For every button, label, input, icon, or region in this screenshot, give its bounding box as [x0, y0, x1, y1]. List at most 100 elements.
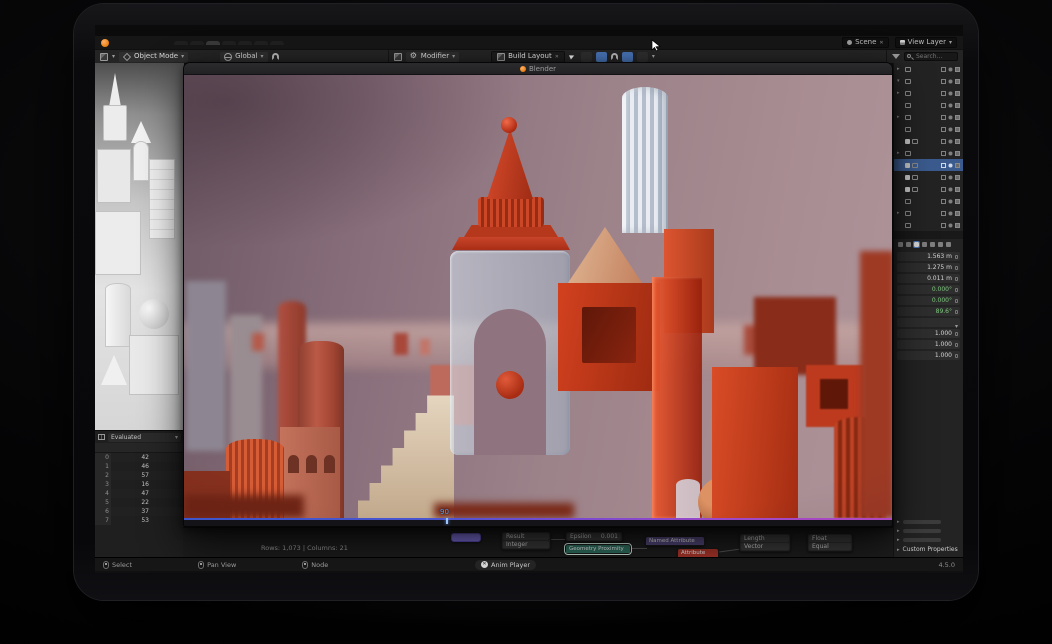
- node[interactable]: Length Vector: [739, 533, 791, 552]
- expand-caret-icon[interactable]: ▸: [897, 66, 903, 72]
- view-layer-selector[interactable]: View Layer: [895, 37, 957, 48]
- render-visibility-icon[interactable]: [955, 91, 960, 96]
- table-row[interactable]: 2 57: [95, 471, 184, 480]
- properties-tab-icon[interactable]: [946, 242, 951, 247]
- editor-type-icon[interactable]: [394, 53, 402, 61]
- outliner-row[interactable]: [894, 171, 963, 183]
- snap-magnet-icon[interactable]: [272, 53, 279, 60]
- outliner-row[interactable]: ▸: [894, 207, 963, 219]
- checkbox-icon[interactable]: [905, 163, 910, 168]
- screen-visibility-icon[interactable]: [941, 139, 946, 144]
- render-window[interactable]: Blender: [183, 62, 893, 527]
- workspace-tab[interactable]: [174, 41, 188, 45]
- table-row[interactable]: 7 53: [95, 516, 184, 525]
- render-visibility-icon[interactable]: [955, 187, 960, 192]
- outliner-row[interactable]: ▾: [894, 75, 963, 87]
- screen-visibility-icon[interactable]: [941, 103, 946, 108]
- render-visibility-icon[interactable]: [955, 127, 960, 132]
- table-row[interactable]: 5 22: [95, 498, 184, 507]
- node-socket-row[interactable]: Float: [809, 535, 851, 542]
- outliner-row[interactable]: [894, 99, 963, 111]
- outliner-row[interactable]: ▸: [894, 63, 963, 75]
- screen-visibility-icon[interactable]: [941, 115, 946, 120]
- table-row[interactable]: 1 46: [95, 462, 184, 471]
- outliner-row[interactable]: ▸: [894, 87, 963, 99]
- dimension-field[interactable]: 1.275 m: [897, 263, 960, 272]
- properties-tab-icon[interactable]: [930, 242, 935, 247]
- table-row[interactable]: 0 42: [95, 453, 184, 462]
- viewport-3d[interactable]: [95, 63, 184, 430]
- viewport-visibility-icon[interactable]: [949, 175, 953, 179]
- screen-visibility-icon[interactable]: [941, 187, 946, 192]
- outliner-row[interactable]: [894, 135, 963, 147]
- mode-select[interactable]: Object Mode: [119, 52, 188, 62]
- screen-visibility-icon[interactable]: [941, 199, 946, 204]
- render-visibility-icon[interactable]: [955, 223, 960, 228]
- render-window-titlebar[interactable]: Blender: [184, 63, 892, 75]
- table-row[interactable]: 4 47: [95, 489, 184, 498]
- node-socket-row[interactable]: Vector: [741, 543, 789, 550]
- workspace-tab[interactable]: [286, 41, 294, 45]
- viewport-visibility-icon[interactable]: [949, 103, 953, 107]
- orientation-select[interactable]: Global: [220, 52, 267, 62]
- blender-logo-icon[interactable]: [101, 39, 109, 47]
- viewport-visibility-icon[interactable]: [949, 187, 953, 191]
- node[interactable]: Geometry Proximity: [565, 544, 631, 554]
- rotation-field[interactable]: 0.000°: [897, 296, 960, 305]
- node-socket-row[interactable]: Result: [503, 533, 549, 540]
- node-socket-row[interactable]: Equal: [809, 543, 851, 550]
- render-visibility-icon[interactable]: [955, 175, 960, 180]
- node-group-name-field[interactable]: Build Layout: [491, 51, 565, 63]
- scale-field[interactable]: 1.000: [897, 329, 960, 338]
- snap-magnet-icon[interactable]: [611, 53, 618, 60]
- dimension-field[interactable]: 0.011 m: [897, 274, 960, 283]
- lock-icon[interactable]: [955, 288, 958, 292]
- expand-caret-icon[interactable]: ▾: [897, 78, 903, 84]
- lock-icon[interactable]: [955, 299, 958, 303]
- node-socket-row[interactable]: Epsilon 0.001: [567, 533, 621, 540]
- active-tool-icon[interactable]: [569, 53, 577, 61]
- viewport-visibility-icon[interactable]: [949, 79, 953, 83]
- spreadsheet-source-select[interactable]: Evaluated: [108, 433, 181, 442]
- screen-visibility-icon[interactable]: [941, 91, 946, 96]
- snapping-toggle-icon[interactable]: [596, 52, 607, 62]
- unlink-icon[interactable]: [879, 39, 883, 46]
- lock-icon[interactable]: [955, 343, 958, 347]
- outliner-row[interactable]: [894, 195, 963, 207]
- workspace-tab[interactable]: [238, 41, 252, 45]
- expand-caret-icon[interactable]: ▸: [897, 547, 900, 553]
- checkbox-icon[interactable]: [905, 175, 910, 180]
- node[interactable]: Epsilon 0.001: [565, 531, 623, 542]
- node[interactable]: Named Attribute: [645, 536, 705, 546]
- render-visibility-icon[interactable]: [955, 67, 960, 72]
- overlays-toggle-icon[interactable]: [622, 52, 633, 62]
- outliner-row[interactable]: [894, 183, 963, 195]
- anim-player-indicator[interactable]: Anim Player: [475, 560, 536, 570]
- workspace-tab[interactable]: [270, 41, 284, 45]
- scale-field[interactable]: 1.000: [897, 340, 960, 349]
- checkbox-icon[interactable]: [905, 187, 910, 192]
- outliner-row[interactable]: ▸: [894, 147, 963, 159]
- expand-caret-icon[interactable]: ▸: [897, 210, 903, 216]
- expand-caret-icon[interactable]: ▸: [897, 537, 900, 543]
- properties-panel-row[interactable]: ▸ Custom Properties: [897, 546, 960, 553]
- lock-icon[interactable]: [955, 277, 958, 281]
- viewport-visibility-icon[interactable]: [949, 223, 953, 227]
- workspace-tab[interactable]: [206, 41, 220, 45]
- viewport-visibility-icon[interactable]: [949, 151, 953, 155]
- viewport-visibility-icon[interactable]: [949, 115, 953, 119]
- properties-panel-row[interactable]: ▸: [897, 528, 960, 534]
- screen-visibility-icon[interactable]: [941, 223, 946, 228]
- table-row[interactable]: 3 16: [95, 480, 184, 489]
- table-row[interactable]: 6 37: [95, 507, 184, 516]
- stop-circle-icon[interactable]: [481, 561, 488, 568]
- outliner-row[interactable]: [894, 219, 963, 231]
- scale-field[interactable]: 1.000: [897, 351, 960, 360]
- rotation-field[interactable]: 89.6°: [897, 307, 960, 316]
- geometry-node-editor[interactable]: Rows: 1,073 | Columns: 21: [183, 527, 893, 557]
- scene-selector[interactable]: Scene: [842, 37, 889, 48]
- viewport-visibility-icon[interactable]: [949, 163, 953, 167]
- filter-funnel-icon[interactable]: [892, 54, 900, 59]
- workspace-tab[interactable]: [190, 41, 204, 45]
- properties-tab-icon[interactable]: [938, 242, 943, 247]
